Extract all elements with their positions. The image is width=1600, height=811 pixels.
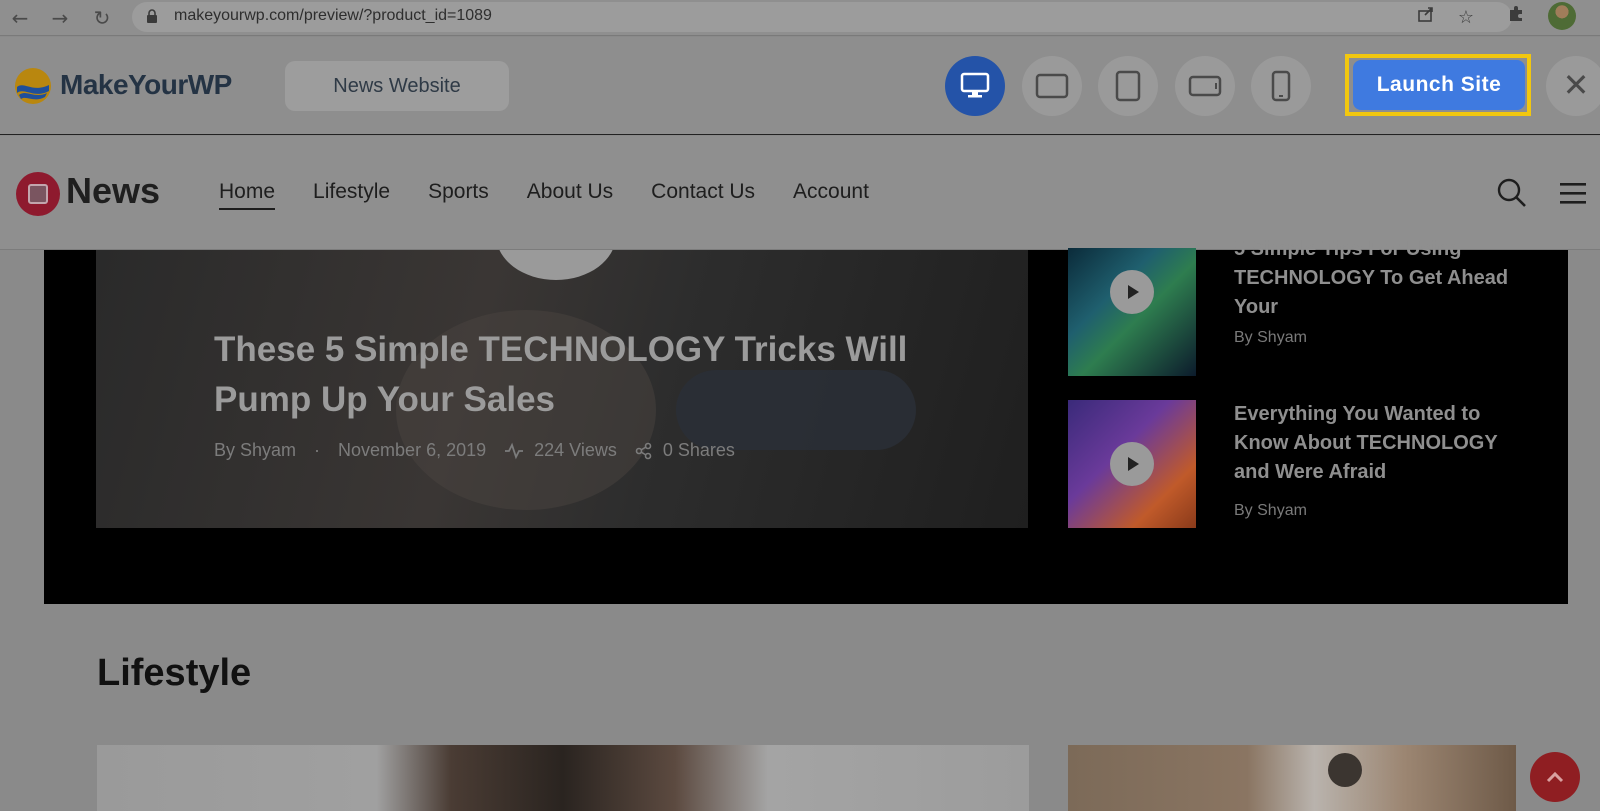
section-title-lifestyle: Lifestyle	[97, 652, 252, 694]
preview-toolbar: MakeYourWP News Website Launch Site ✕	[0, 37, 1600, 135]
share-icon[interactable]	[1412, 4, 1440, 32]
featured-section: These 5 Simple TECHNOLOGY Tricks Will Pu…	[44, 238, 1568, 604]
side-post-title[interactable]: 5 Simple Tips For Using TECHNOLOGY To Ge…	[1234, 235, 1524, 322]
featured-post-image[interactable]: These 5 Simple TECHNOLOGY Tricks Will Pu…	[96, 250, 1028, 528]
share-icon	[635, 442, 652, 459]
launch-site-button[interactable]: Launch Site	[1353, 60, 1525, 110]
hamburger-menu-icon[interactable]	[1556, 176, 1590, 210]
side-post-author[interactable]: By Shyam	[1234, 329, 1307, 347]
bookmark-star-icon[interactable]: ☆	[1452, 4, 1480, 32]
menu-item-account[interactable]: Account	[793, 180, 869, 210]
phone-view-button[interactable]	[1251, 56, 1311, 116]
side-post-title[interactable]: Everything You Wanted to Know About TECH…	[1234, 400, 1524, 487]
menu-item-about-us[interactable]: About Us	[527, 180, 613, 210]
forward-arrow-icon[interactable]: →	[46, 4, 74, 32]
back-arrow-icon[interactable]: ←	[6, 4, 34, 32]
site-logo-text[interactable]: News	[66, 170, 160, 212]
menu-item-sports[interactable]: Sports	[428, 180, 489, 210]
site-header: News Home Lifestyle Sports About Us Cont…	[0, 136, 1600, 250]
makeyourwp-logo-icon	[15, 68, 51, 104]
lock-icon	[147, 9, 157, 23]
side-post-thumbnail[interactable]	[1068, 248, 1196, 376]
lifestyle-post-image[interactable]	[97, 745, 1029, 811]
menu-item-home[interactable]: Home	[219, 180, 276, 210]
post-date: November 6, 2019	[338, 440, 487, 460]
tablet-landscape-icon	[1035, 73, 1069, 99]
close-icon: ✕	[1562, 66, 1590, 104]
profile-avatar[interactable]	[1548, 2, 1576, 30]
post-shares: 0 Shares	[662, 440, 735, 460]
back-to-top-button[interactable]	[1530, 752, 1580, 802]
phone-landscape-view-button[interactable]	[1175, 56, 1235, 116]
chevron-up-icon	[1546, 771, 1564, 783]
address-bar[interactable]: makeyourwp.com/preview/?product_id=1089	[132, 2, 1512, 32]
featured-post-meta: By Shyam · November 6, 2019 224 Views 0 …	[214, 440, 753, 461]
site-name-pill: News Website	[285, 61, 509, 111]
tablet-icon	[1115, 70, 1141, 102]
play-icon[interactable]	[1110, 270, 1154, 314]
post-author[interactable]: By Shyam	[214, 440, 296, 461]
tablet-landscape-view-button[interactable]	[1022, 56, 1082, 116]
search-icon[interactable]	[1495, 176, 1529, 210]
side-post-thumbnail[interactable]	[1068, 400, 1196, 528]
url-text: makeyourwp.com/preview/?product_id=1089	[174, 7, 492, 24]
brand-name: MakeYourWP	[60, 69, 232, 100]
menu-item-contact-us[interactable]: Contact Us	[651, 180, 755, 210]
desktop-view-button[interactable]	[945, 56, 1005, 116]
side-post-author[interactable]: By Shyam	[1234, 502, 1307, 520]
meta-separator: ·	[314, 440, 321, 460]
play-icon[interactable]	[1110, 442, 1154, 486]
phone-landscape-icon	[1188, 75, 1222, 97]
phone-icon	[1271, 70, 1291, 102]
activity-icon	[505, 442, 524, 459]
featured-post-title[interactable]: These 5 Simple TECHNOLOGY Tricks Will Pu…	[214, 325, 974, 425]
extensions-puzzle-icon[interactable]	[1502, 4, 1530, 32]
post-views: 224 Views	[534, 440, 617, 460]
news-logo-icon[interactable]	[16, 172, 60, 216]
tablet-view-button[interactable]	[1098, 56, 1158, 116]
desktop-icon	[960, 72, 990, 98]
reload-icon[interactable]: ↻	[88, 4, 116, 32]
lifestyle-post-image[interactable]	[1068, 745, 1516, 811]
main-menu: Home Lifestyle Sports About Us Contact U…	[219, 180, 907, 210]
menu-item-lifestyle[interactable]: Lifestyle	[313, 180, 390, 210]
browser-toolbar: ← → ↻ makeyourwp.com/preview/?product_id…	[0, 0, 1600, 36]
close-preview-button[interactable]: ✕	[1546, 56, 1600, 116]
